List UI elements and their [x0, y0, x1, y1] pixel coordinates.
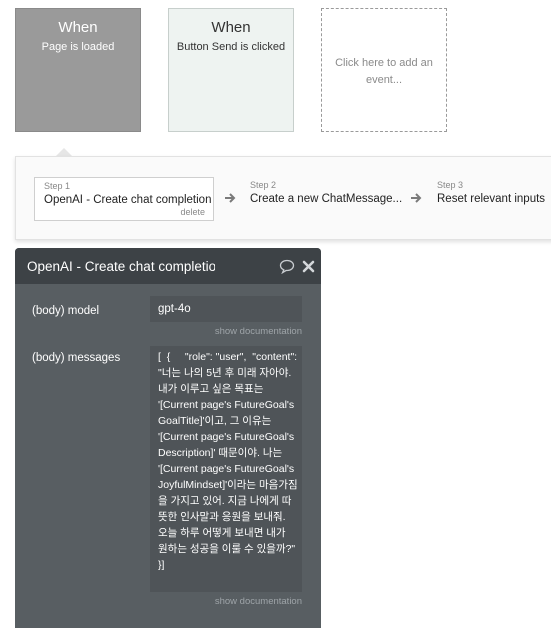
step-number-label: Step 3: [437, 180, 464, 190]
event-trigger-label: Page is loaded: [41, 41, 115, 53]
event-page-loaded[interactable]: When Page is loaded: [15, 8, 141, 132]
workflow-steps-bar: Step 1 OpenAI - Create chat completion d…: [15, 156, 551, 240]
panel-header: OpenAI - Create chat completion: [15, 248, 321, 284]
messages-input[interactable]: [ { "role": "user", "content": "너는 나의 5년…: [150, 346, 302, 592]
model-input[interactable]: gpt-4o: [150, 296, 302, 322]
event-when-label: When: [211, 19, 251, 36]
show-documentation-link[interactable]: show documentation: [215, 596, 302, 608]
messages-field-label: (body) messages: [32, 352, 121, 364]
speech-bubble-icon[interactable]: [279, 259, 295, 274]
close-icon[interactable]: [302, 260, 315, 273]
step-title: Create a new ChatMessage...: [250, 193, 403, 205]
add-event-label: Click here to add an event...: [335, 57, 433, 86]
show-documentation-link[interactable]: show documentation: [215, 326, 302, 338]
action-properties-panel: OpenAI - Create chat completion (body) m…: [15, 248, 321, 628]
step-2-card[interactable]: Step 2 Create a new ChatMessage...: [249, 177, 409, 221]
step-1-card[interactable]: Step 1 OpenAI - Create chat completion d…: [34, 177, 214, 221]
event-when-label: When: [58, 19, 98, 36]
step-title: Reset relevant inputs: [437, 193, 546, 205]
arrow-right-icon: [411, 193, 422, 203]
step-delete-link[interactable]: delete: [180, 207, 205, 218]
arrow-right-icon: [225, 193, 236, 203]
step-title: OpenAI - Create chat completion: [44, 194, 212, 206]
step-number-label: Step 1: [44, 181, 71, 191]
event-trigger-label: Button Send is clicked: [176, 41, 286, 53]
selected-event-pointer: [56, 148, 72, 156]
step-number-label: Step 2: [250, 180, 277, 190]
event-button-send-clicked[interactable]: When Button Send is clicked: [168, 8, 294, 132]
panel-title: OpenAI - Create chat completion: [27, 259, 215, 274]
step-3-card[interactable]: Step 3 Reset relevant inputs: [436, 177, 551, 221]
add-event-button[interactable]: Click here to add an event...: [321, 8, 447, 132]
model-field-label: (body) model: [32, 305, 100, 317]
